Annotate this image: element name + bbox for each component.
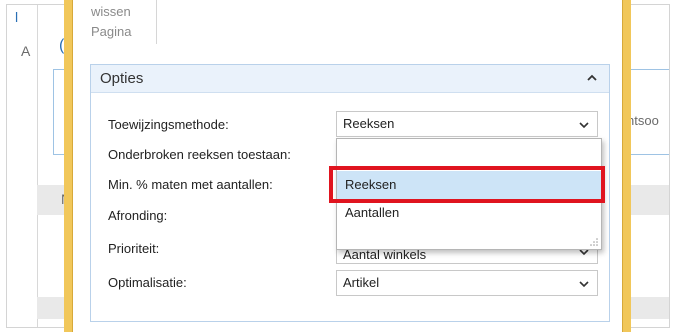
field-label: Onderbroken reeksen toestaan: [108, 147, 291, 162]
callout-highlight-box [329, 166, 605, 203]
chevron-down-icon [579, 281, 589, 288]
field-label: Prioriteit: [108, 241, 160, 256]
ribbon-label: wissen [91, 4, 131, 19]
resize-grip-icon[interactable] [590, 238, 598, 246]
optimization-select[interactable]: Artikel [336, 270, 598, 296]
field-label: Min. % maten met aantallen: [108, 177, 273, 192]
select-value: Reeksen [343, 116, 395, 131]
background-fragment: l [15, 9, 19, 25]
fasttab-header[interactable]: Opties [91, 65, 609, 93]
dropdown-option-aantallen[interactable]: Aantallen [337, 199, 601, 227]
chevron-up-icon[interactable] [587, 73, 597, 83]
field-label: Optimalisatie: [108, 275, 187, 290]
field-label: Toewijzingsmethode: [108, 117, 229, 132]
ribbon-group[interactable]: wissen Pagina [86, 0, 157, 44]
field-label: Afronding: [108, 208, 168, 223]
background-fragment: ntsoo [627, 113, 659, 128]
ribbon-label: Pagina [91, 24, 132, 39]
chevron-down-icon [579, 122, 589, 129]
allocation-method-select[interactable]: Reeksen [336, 111, 598, 137]
fasttab-title: Opties [100, 70, 144, 87]
background-fragment: A [21, 43, 31, 59]
dialog-edge [64, 0, 73, 332]
dialog-edge [622, 0, 631, 332]
select-value: Artikel [343, 275, 380, 290]
option-label: Aantallen [345, 205, 400, 220]
background-divider [37, 5, 38, 327]
